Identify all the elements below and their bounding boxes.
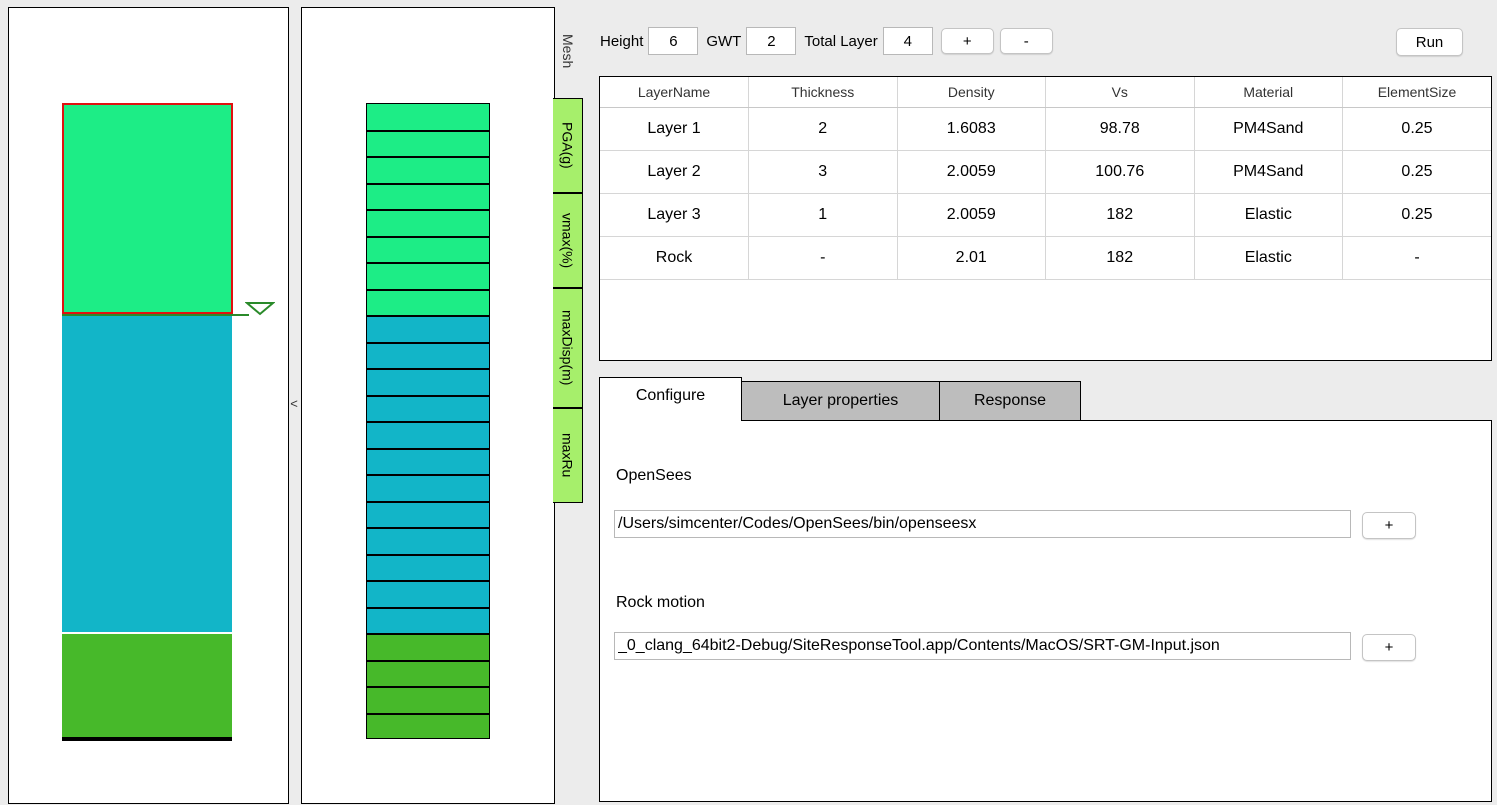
table-cell[interactable]: 0.25 <box>1342 107 1491 151</box>
mesh-element <box>366 606 490 633</box>
table-cell[interactable]: - <box>1342 236 1491 280</box>
total-layer-label: Total Layer <box>804 32 878 50</box>
mesh-element <box>366 659 490 686</box>
rock-motion-label: Rock motion <box>616 594 705 611</box>
tab-maxru[interactable]: maxRu <box>553 408 583 503</box>
mesh-element <box>366 633 490 660</box>
table-cell[interactable]: PM4Sand <box>1194 107 1343 151</box>
tab-layer-properties[interactable]: Layer properties <box>742 381 940 421</box>
table-row[interactable]: Layer 1 2 1.6083 98.78 PM4Sand 0.25 <box>600 107 1491 151</box>
mesh-element <box>366 474 490 501</box>
mesh-element <box>366 686 490 713</box>
table-cell[interactable]: 2.01 <box>897 236 1046 280</box>
column-header[interactable]: Density <box>897 77 1046 108</box>
table-cell[interactable]: 98.78 <box>1045 107 1195 151</box>
mesh-element <box>366 315 490 342</box>
table-cell[interactable]: 3 <box>748 150 898 194</box>
table-cell[interactable]: 2 <box>748 107 898 151</box>
rock-motion-path-field[interactable] <box>614 632 1351 660</box>
mesh-element <box>366 500 490 527</box>
tab-configure[interactable]: Configure <box>599 377 742 421</box>
table-cell[interactable]: - <box>748 236 898 280</box>
mesh-element <box>366 712 490 739</box>
profile-layer-2[interactable] <box>62 316 232 632</box>
table-cell[interactable]: 0.25 <box>1342 193 1491 237</box>
gwt-input[interactable] <box>746 27 797 55</box>
table-cell[interactable]: 100.76 <box>1045 150 1195 194</box>
table-row[interactable]: Rock - 2.01 182 Elastic - <box>600 236 1491 280</box>
rock-motion-browse-button[interactable]: + <box>1362 634 1416 661</box>
tab-response[interactable]: Response <box>940 381 1081 421</box>
table-cell[interactable]: 1.6083 <box>897 107 1046 151</box>
table-row[interactable]: Layer 3 1 2.0059 182 Elastic 0.25 <box>600 193 1491 237</box>
table-cell[interactable]: 182 <box>1045 193 1195 237</box>
table-cell[interactable]: Elastic <box>1194 236 1343 280</box>
table-cell[interactable]: PM4Sand <box>1194 150 1343 194</box>
table-cell[interactable]: Rock <box>600 236 749 280</box>
mesh-element <box>366 553 490 580</box>
table-cell[interactable]: Layer 2 <box>600 150 749 194</box>
table-cell[interactable]: 1 <box>748 193 898 237</box>
table-cell[interactable]: 182 <box>1045 236 1195 280</box>
opensees-label: OpenSees <box>616 467 692 484</box>
mesh-element <box>366 262 490 289</box>
tab-mesh[interactable]: Mesh <box>553 22 583 80</box>
mesh-element <box>366 447 490 474</box>
height-label: Height <box>600 32 644 50</box>
mesh-element <box>366 580 490 607</box>
table-row[interactable]: Layer 2 3 2.0059 100.76 PM4Sand 0.25 <box>600 150 1491 194</box>
mesh-element <box>366 103 490 130</box>
mesh-element <box>366 527 490 554</box>
mesh-element <box>366 341 490 368</box>
table-cell[interactable]: 2.0059 <box>897 193 1046 237</box>
column-header[interactable]: Vs <box>1045 77 1195 108</box>
mesh-element <box>366 288 490 315</box>
collapse-handle[interactable]: < <box>288 396 300 411</box>
add-layer-button[interactable]: + <box>940 28 994 54</box>
mesh-panel <box>301 7 555 804</box>
table-cell[interactable]: Layer 3 <box>600 193 749 237</box>
mesh-element <box>366 394 490 421</box>
water-table-icon <box>245 302 275 316</box>
toolbar: Height GWT Total Layer + - <box>600 27 1059 55</box>
tab-vmax[interactable]: vmax(%) <box>553 193 583 288</box>
mesh-element <box>366 368 490 395</box>
layer-table: LayerName Thickness Density Vs Material … <box>599 76 1492 361</box>
tab-pga[interactable]: PGA(g) <box>553 98 583 193</box>
soil-profile-panel <box>8 7 289 804</box>
mesh-element <box>366 421 490 448</box>
table-header-row: LayerName Thickness Density Vs Material … <box>600 77 1491 108</box>
tab-maxdisp[interactable]: maxDisp(m) <box>553 288 583 408</box>
mesh-element <box>366 209 490 236</box>
column-header[interactable]: LayerName <box>600 77 749 108</box>
table-cell[interactable]: 0.25 <box>1342 150 1491 194</box>
total-layer-input[interactable] <box>882 27 933 55</box>
mesh-element <box>366 129 490 156</box>
column-header[interactable]: Thickness <box>748 77 898 108</box>
profile-layer-3[interactable] <box>62 634 232 740</box>
remove-layer-button[interactable]: - <box>999 28 1053 54</box>
mesh-element <box>366 156 490 183</box>
opensees-path-field[interactable] <box>614 510 1351 538</box>
mesh-element <box>366 235 490 262</box>
mesh-element <box>366 182 490 209</box>
mesh-column <box>366 103 490 739</box>
opensees-browse-button[interactable]: + <box>1362 512 1416 539</box>
profile-layer-1[interactable] <box>62 103 233 314</box>
water-table-line <box>62 314 249 316</box>
configure-panel: OpenSees + Rock motion + <box>599 420 1492 802</box>
rock-baseline <box>62 737 232 741</box>
column-header[interactable]: Material <box>1194 77 1343 108</box>
column-header[interactable]: ElementSize <box>1342 77 1491 108</box>
run-button[interactable]: Run <box>1396 28 1463 56</box>
table-cell[interactable]: Elastic <box>1194 193 1343 237</box>
gwt-label: GWT <box>706 32 742 50</box>
tab-bar: Configure Layer properties Response <box>599 377 1081 421</box>
table-cell[interactable]: Layer 1 <box>600 107 749 151</box>
height-input[interactable] <box>648 27 699 55</box>
table-cell[interactable]: 2.0059 <box>897 150 1046 194</box>
